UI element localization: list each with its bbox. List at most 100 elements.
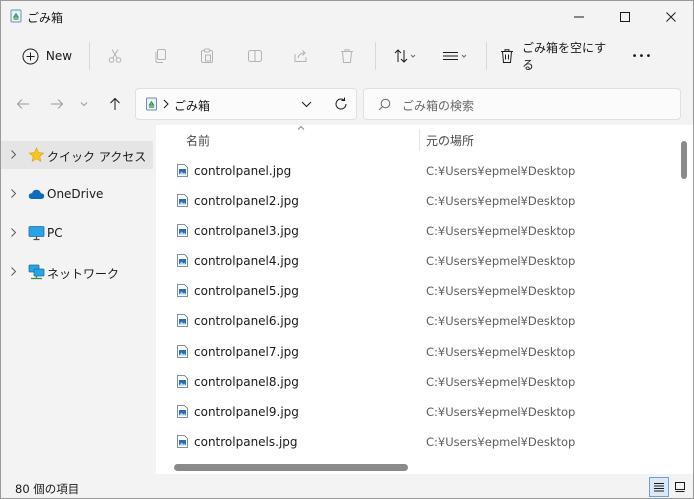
details-view-icon (653, 481, 665, 493)
file-name: controlpanel4.jpg (194, 254, 299, 269)
paste-button[interactable] (191, 40, 223, 72)
rename-button[interactable] (239, 40, 271, 72)
horizontal-scrollbar[interactable] (156, 462, 676, 472)
original-location: C:¥Users¥epmel¥Desktop (426, 224, 576, 239)
chevron-right-icon[interactable] (10, 266, 17, 277)
chevron-right-icon[interactable] (10, 227, 17, 238)
file-name: controlpanel3.jpg (194, 224, 299, 239)
original-location: C:¥Users¥epmel¥Desktop (426, 284, 576, 299)
column-header-label: 名前 (186, 134, 211, 148)
file-list-pane: 名前 元の場所 controlpanel.jpg C:¥Users¥epmel¥D… (156, 125, 693, 474)
status-bar: 80 個の項目 (1, 476, 693, 498)
vertical-scrollbar-thumb[interactable] (681, 141, 687, 179)
minimize-icon (573, 11, 585, 23)
view-button[interactable] (435, 40, 473, 72)
refresh-icon[interactable] (334, 97, 348, 111)
column-header-original-location[interactable]: 元の場所 (426, 125, 656, 153)
divider (89, 42, 90, 70)
window-title: ごみ箱 (27, 11, 64, 25)
table-row[interactable]: controlpanel5.jpg C:¥Users¥epmel¥Desktop (156, 276, 666, 306)
new-label: New (45, 49, 73, 63)
divider (375, 42, 376, 70)
breadcrumb-location[interactable]: ごみ箱 (174, 97, 210, 114)
chevron-right-icon[interactable] (10, 188, 17, 199)
sidebar-item-quick-access[interactable]: クイック アクセス (1, 141, 153, 169)
column-divider[interactable] (419, 129, 420, 151)
cloud-icon (28, 186, 45, 202)
original-location: C:¥Users¥epmel¥Desktop (426, 254, 576, 269)
large-icons-view-button[interactable] (670, 477, 690, 497)
breadcrumb-separator-icon (163, 99, 169, 109)
item-count: 80 個の項目 (15, 482, 80, 496)
table-row[interactable]: controlpanel.jpg C:¥Users¥epmel¥Desktop (156, 156, 666, 186)
network-icon (28, 264, 45, 280)
sort-icon (393, 48, 417, 64)
sidebar-item-network[interactable]: ネットワーク (1, 258, 153, 286)
more-options-button[interactable]: ••• (625, 40, 659, 72)
new-button[interactable]: New (15, 40, 79, 72)
copy-button[interactable] (145, 40, 177, 72)
original-location: C:¥Users¥epmel¥Desktop (426, 164, 576, 178)
recent-locations-button[interactable] (73, 90, 95, 118)
table-row[interactable]: controlpanel8.jpg C:¥Users¥epmel¥Desktop (156, 367, 666, 397)
details-view-button[interactable] (649, 477, 669, 497)
table-row[interactable]: controlpanel9.jpg C:¥Users¥epmel¥Desktop (156, 397, 666, 427)
file-name: controlpanel5.jpg (194, 284, 299, 299)
up-button[interactable] (101, 90, 129, 118)
empty-recycle-bin-button[interactable]: ごみ箱を空にする (499, 40, 611, 72)
cut-button[interactable] (99, 40, 131, 72)
monitor-icon (28, 225, 45, 241)
share-button[interactable] (285, 40, 317, 72)
table-row[interactable]: controlpanel6.jpg C:¥Users¥epmel¥Desktop (156, 306, 666, 336)
delete-button[interactable] (331, 40, 363, 72)
search-box[interactable]: ごみ箱の検索 (363, 88, 681, 120)
table-row[interactable]: controlpanel3.jpg C:¥Users¥epmel¥Desktop (156, 216, 666, 246)
close-button[interactable] (648, 1, 693, 32)
trash-icon (499, 48, 515, 64)
minimize-button[interactable] (556, 1, 602, 32)
paste-icon (199, 48, 215, 64)
chevron-down-icon (80, 101, 88, 107)
file-name: controlpanels.jpg (194, 434, 298, 449)
address-history-dropdown[interactable] (301, 101, 312, 108)
original-location: C:¥Users¥epmel¥Desktop (426, 194, 576, 209)
original-location: C:¥Users¥epmel¥Desktop (426, 374, 576, 389)
file-name: controlpanel.jpg (194, 164, 292, 178)
file-name: controlpanel8.jpg (194, 374, 299, 389)
back-button[interactable] (9, 90, 37, 118)
image-file-icon (177, 224, 188, 238)
file-name: controlpanel9.jpg (194, 404, 299, 419)
recycle-bin-icon (9, 9, 23, 23)
image-file-icon (177, 344, 188, 358)
share-icon (293, 48, 309, 64)
image-file-icon (177, 314, 188, 328)
close-icon (665, 11, 677, 23)
table-row[interactable]: controlpanel2.jpg C:¥Users¥epmel¥Desktop (156, 186, 666, 216)
chevron-right-icon[interactable] (10, 149, 17, 160)
image-file-icon (177, 374, 188, 388)
vertical-scrollbar[interactable] (680, 141, 688, 441)
recycle-bin-icon (145, 97, 158, 111)
column-header-name[interactable]: 名前 (186, 125, 416, 153)
file-explorer-window: ごみ箱 New ごみ箱を空にする ••• ごみ箱 ごみ箱の検索 クイック アクセ… (0, 0, 694, 499)
table-row[interactable]: controlpanel4.jpg C:¥Users¥epmel¥Desktop (156, 246, 666, 276)
search-placeholder: ごみ箱の検索 (402, 99, 475, 113)
sidebar-item-pc[interactable]: PC (1, 219, 153, 247)
delete-icon (339, 48, 355, 64)
large-icons-view-icon (674, 481, 686, 493)
original-location: C:¥Users¥epmel¥Desktop (426, 434, 576, 449)
horizontal-scrollbar-thumb[interactable] (174, 464, 408, 471)
search-icon (378, 98, 391, 111)
sidebar-item-onedrive[interactable]: OneDrive (1, 180, 153, 208)
empty-recycle-bin-label: ごみ箱を空にする (522, 41, 607, 72)
file-name: controlpanel6.jpg (194, 314, 299, 329)
forward-button[interactable] (43, 90, 71, 118)
address-row: ごみ箱 ごみ箱の検索 (1, 84, 693, 124)
address-bar[interactable]: ごみ箱 (135, 88, 357, 120)
maximize-icon (619, 11, 631, 23)
table-row[interactable]: controlpanels.jpg C:¥Users¥epmel¥Desktop (156, 427, 666, 457)
table-row[interactable]: controlpanel7.jpg C:¥Users¥epmel¥Desktop (156, 337, 666, 367)
image-file-icon (177, 434, 188, 448)
maximize-button[interactable] (602, 1, 648, 32)
sort-button[interactable] (387, 40, 423, 72)
